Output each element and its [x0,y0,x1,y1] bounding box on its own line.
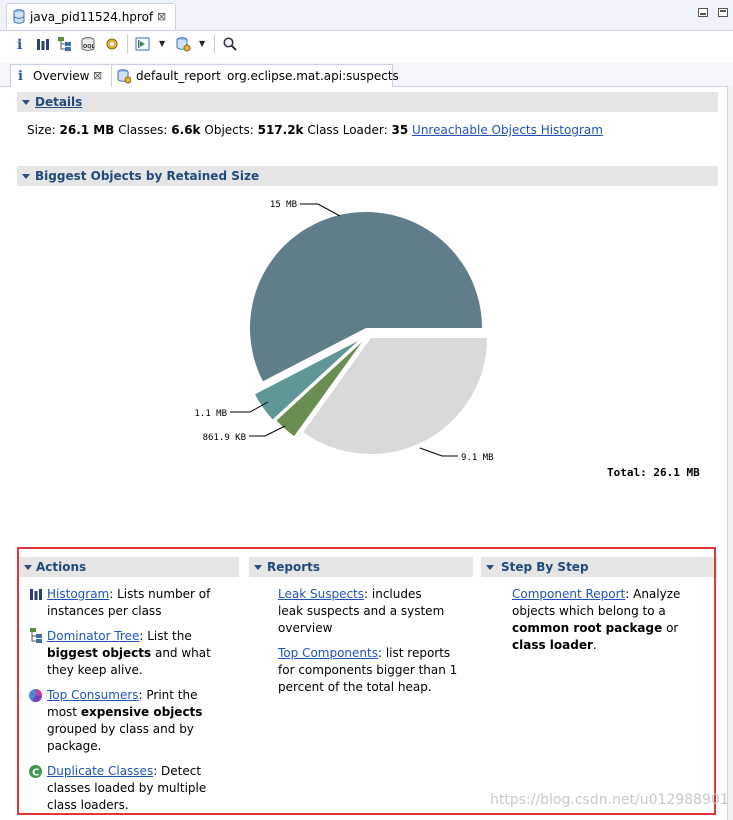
classes-label: Classes: [118,123,168,137]
watermark: https://blog.csdn.net/u012988901 [490,792,729,808]
pie-leader-line [419,447,458,457]
details-section-header[interactable]: Details [17,92,718,112]
classes-value: 6.6k [171,123,201,137]
report-icon [117,69,131,84]
close-tab-icon[interactable]: ⊠ [157,10,166,23]
classloader-label: Class Loader: [307,123,388,137]
svg-text:i: i [17,37,22,52]
maximize-icon[interactable] [718,8,728,17]
objects-label: Objects: [204,123,254,137]
tab-overview[interactable]: i Overview ⊠ [10,64,112,87]
chevron-down-icon[interactable]: ▼ [159,39,165,48]
pie-total-label: Total: 26.1 MB [607,466,700,479]
heap-dump-file-icon [13,9,25,24]
search-icon[interactable] [222,36,238,52]
toolbar-separator [127,35,128,53]
minimize-icon[interactable] [698,8,708,17]
svg-text:OQL: OQL [83,44,96,50]
collapse-icon[interactable] [22,174,30,179]
histogram-icon[interactable] [35,36,51,52]
close-tab-icon[interactable]: ⊠ [93,65,102,87]
editor-tab-title: java_pid11524.hprof [30,10,154,24]
heap-dump-overview-icon[interactable] [104,36,120,52]
dominator-tree-icon[interactable] [57,36,73,52]
toolbar-separator [214,35,215,53]
tab-default-report-label: default_report [136,69,221,83]
pie-slice-label: 9.1 MB [461,453,494,463]
size-label: Size: [27,123,56,137]
classloader-value: 35 [391,123,409,137]
oql-icon[interactable]: OQL [80,36,96,52]
pie-leader-line [300,203,341,217]
chevron-down-icon[interactable]: ▼ [199,39,205,48]
tab-default-report[interactable]: default_report org.eclipse.mat.api:suspe… [111,64,399,87]
biggest-objects-title: Biggest Objects by Retained Size [35,169,260,183]
highlight-annotation-box [17,547,716,815]
tab-default-report-sublabel: org.eclipse.mat.api:suspects [227,69,399,83]
biggest-objects-section-header[interactable]: Biggest Objects by Retained Size [17,166,718,186]
pie-leader-line [249,425,286,437]
run-expert-report-icon[interactable] [135,36,151,52]
size-value: 26.1 MB [59,123,115,137]
info-icon: i [18,69,23,82]
pie-slice-label: 15 MB [270,200,297,210]
svg-text:i: i [18,69,23,82]
tab-overview-label: Overview [33,69,90,83]
query-browser-icon[interactable] [175,36,191,52]
pie-slice-label: 1.1 MB [194,409,227,419]
collapse-icon[interactable] [22,100,30,105]
objects-value: 517.2k [257,123,304,137]
pie-slice-label: 861.9 KB [203,433,246,443]
overview-info-icon[interactable]: i [12,36,28,52]
scrollbar[interactable] [727,86,733,820]
details-summary: Size: 26.1 MB Classes: 6.6k Objects: 517… [27,122,603,138]
editor-tab[interactable]: java_pid11524.hprof ⊠ [6,3,176,30]
details-title[interactable]: Details [35,92,82,112]
retained-size-pie-chart: 15 MB 9.1 MB 861.9 KB 1.1 MB Total: 26.1 MB [194,200,700,479]
unreachable-histogram-link[interactable]: Unreachable Objects Histogram [412,123,603,137]
